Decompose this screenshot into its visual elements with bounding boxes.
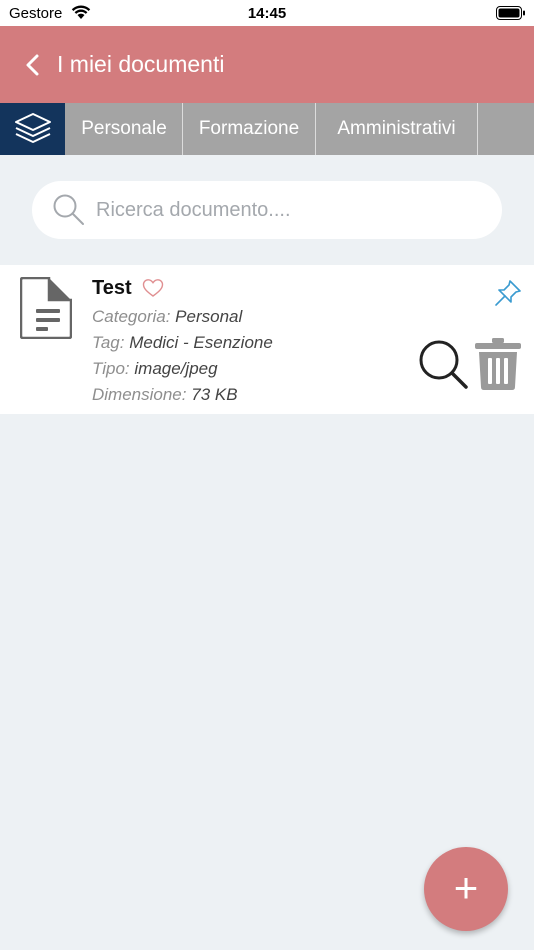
app-header: I miei documenti [0,26,534,103]
favorite-heart-icon[interactable] [142,278,164,298]
document-category: Categoria: Personal [92,307,242,327]
tag-value: Medici - Esenzione [129,333,273,352]
search-input[interactable] [96,181,486,239]
view-magnifier-icon[interactable] [418,339,470,391]
search-icon [53,194,84,225]
status-bar: Gestore 14:45 [0,0,534,26]
document-size: Dimensione: 73 KB [92,385,238,405]
add-document-button[interactable]: + [424,847,508,931]
layers-icon [15,113,51,143]
pin-icon[interactable] [494,279,522,307]
tab-amministrativi[interactable]: Amministrativi [316,103,478,155]
type-value: image/jpeg [134,359,218,378]
chevron-left-icon [26,54,39,76]
document-file-icon [20,277,72,339]
document-card[interactable]: Test Categoria: Personal Tag: Medici - E… [0,265,534,414]
back-button[interactable] [18,50,48,80]
battery-icon [496,6,525,20]
size-label: Dimensione: [92,385,187,404]
category-label: Categoria: [92,307,171,326]
clock: 14:45 [247,5,287,22]
tab-personale[interactable]: Personale [66,103,183,155]
tag-label: Tag: [92,333,125,352]
document-tag: Tag: Medici - Esenzione [92,333,273,353]
tab-all-categories[interactable] [0,103,65,155]
trash-icon[interactable] [474,337,522,391]
search-box [32,181,502,239]
page-title: I miei documenti [57,51,225,77]
size-value: 73 KB [191,385,238,404]
category-tabs: Personale Formazione Amministrativi [0,103,534,155]
type-label: Tipo: [92,359,130,378]
tab-formazione[interactable]: Formazione [183,103,316,155]
document-title: Test [92,277,132,299]
category-value: Personal [175,307,243,326]
document-type: Tipo: image/jpeg [92,359,218,379]
